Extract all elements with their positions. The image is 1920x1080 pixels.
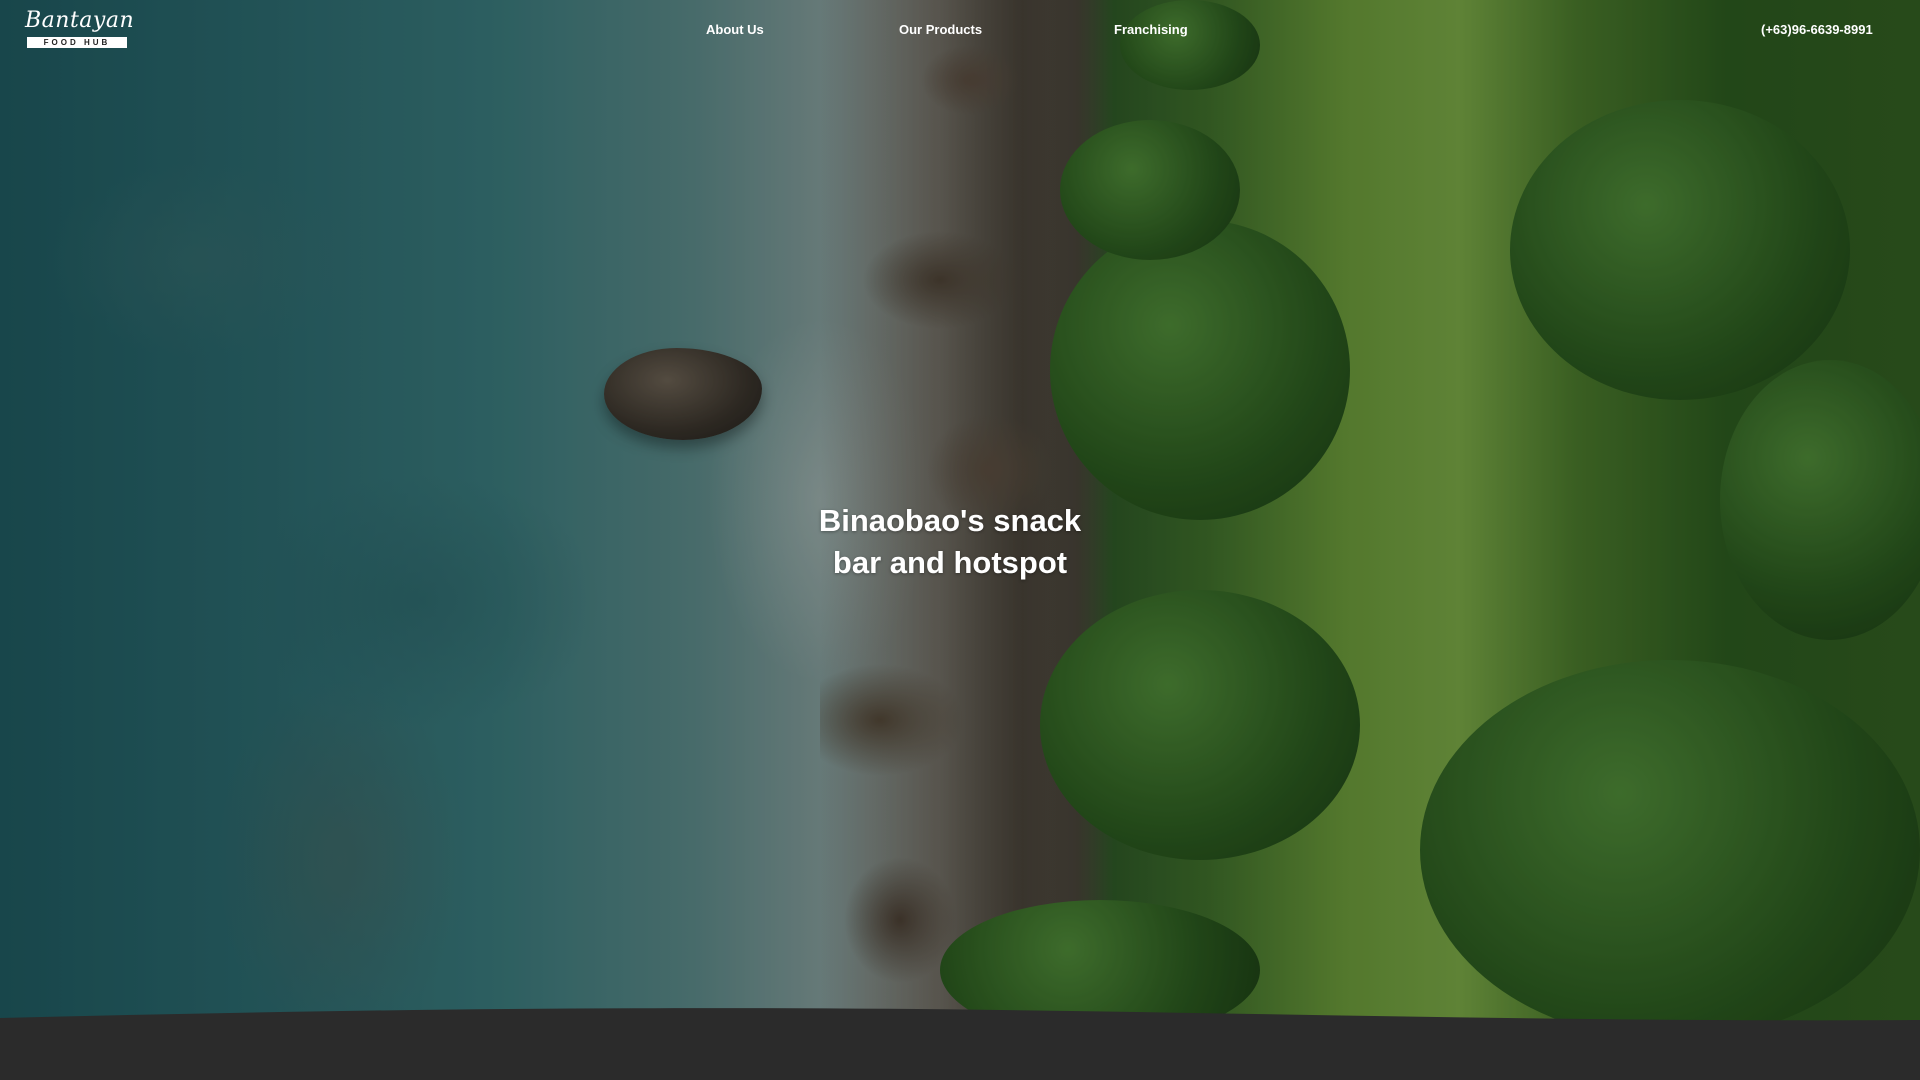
hero-headline: Binaobao's snack bar and hotspot [760, 500, 1140, 584]
top-navigation: Bantayan FOOD HUB About Us Our Products … [0, 0, 1920, 60]
nav-link-our-products[interactable]: Our Products [899, 21, 982, 39]
phone-number-link[interactable]: (+63)96-6639-8991 [1761, 21, 1873, 39]
hero-headline-line-1: Binaobao's snack [818, 503, 1082, 538]
nav-link-about-us[interactable]: About Us [706, 21, 764, 39]
nav-link-franchising[interactable]: Franchising [1114, 21, 1188, 39]
hero-headline-line-2: bar and hotspot [832, 545, 1068, 580]
brand-name: Bantayan [25, 8, 135, 33]
section-divider-wave [0, 1008, 1920, 1080]
brand-logo[interactable]: Bantayan FOOD HUB [25, 8, 135, 50]
brand-tagline: FOOD HUB [27, 37, 127, 48]
